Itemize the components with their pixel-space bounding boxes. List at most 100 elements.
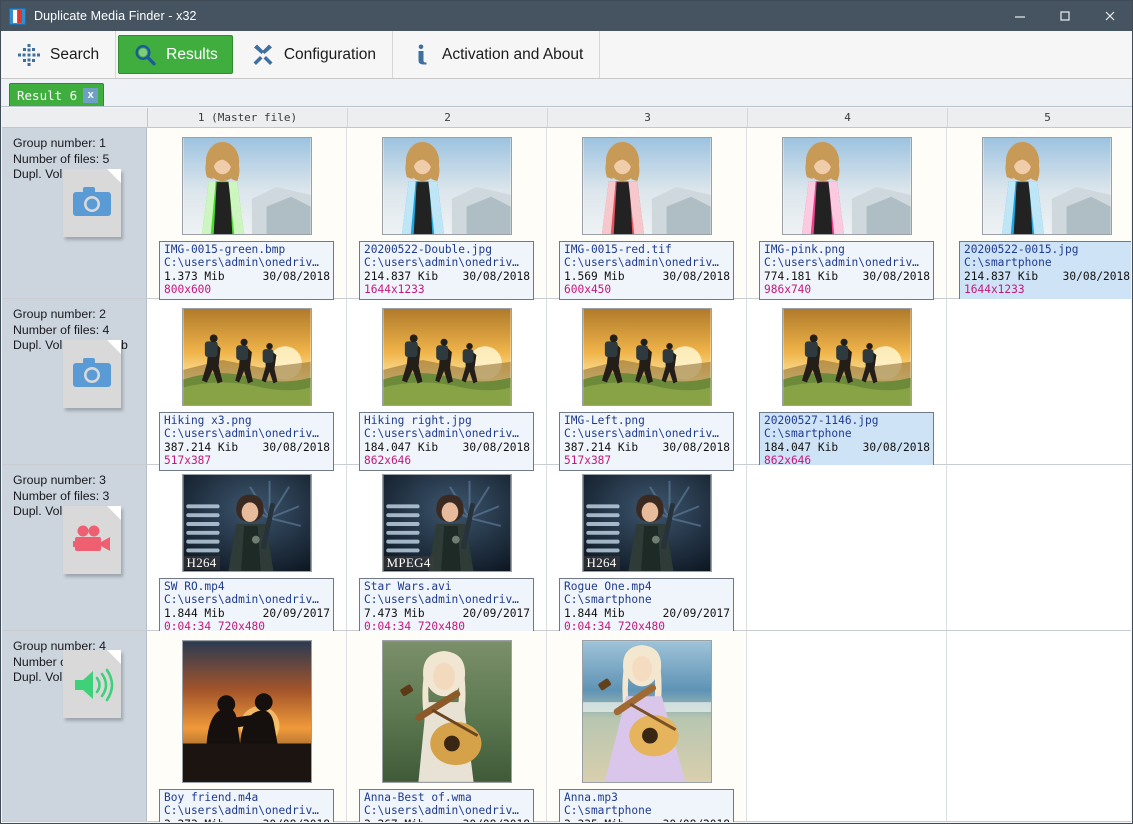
file-dimensions: 800x600 <box>164 283 212 297</box>
file-path: C:\users\admin\onedriv… <box>164 804 319 818</box>
file-date: 30/08/2018 <box>662 440 730 454</box>
file-cell[interactable]: H264 SW RO.mp4 C:\users\admin\onedriv… 1… <box>147 465 347 637</box>
file-cell[interactable]: Boy friend.m4a C:\users\admin\onedriv… 3… <box>147 631 347 822</box>
tab-configuration[interactable]: Configuration <box>235 31 394 78</box>
file-path: C:\users\admin\onedriv… <box>364 804 519 818</box>
group-header[interactable]: Group number: 1 Number of files: 5 Dupl.… <box>2 128 147 298</box>
file-path: C:\users\admin\onedriv… <box>564 427 719 441</box>
file-cell-empty <box>747 465 947 630</box>
thumbnail[interactable]: H264 <box>181 474 312 572</box>
thumbnail[interactable]: MPEG4 <box>381 474 512 572</box>
file-size: 387.214 Kib <box>564 440 639 454</box>
column-header-3[interactable]: 3 <box>548 108 748 127</box>
file-cell[interactable]: H264 Rogue One.mp4 C:\smartphone 1.844 M… <box>547 465 747 637</box>
thumbnail[interactable] <box>381 308 512 406</box>
file-info-card[interactable]: IMG-0015-green.bmp C:\users\admin\onedri… <box>159 241 334 300</box>
thumbnail[interactable] <box>181 308 312 406</box>
file-cell[interactable]: Anna-Best of.wma C:\users\admin\onedriv…… <box>347 631 547 822</box>
file-path: C:\users\admin\onedriv… <box>564 256 719 270</box>
codec-badge: H264 <box>583 556 620 570</box>
file-info-card[interactable]: 20200522-0015.jpg C:\smartphone 214.837 … <box>959 241 1131 300</box>
group-header[interactable]: Group number: 2 Number of files: 4 Dupl.… <box>2 299 147 464</box>
result-tab-result-6[interactable]: Result 6 x <box>9 83 105 106</box>
group-number: Group number: 1 <box>13 136 106 150</box>
file-info-card[interactable]: Rogue One.mp4 C:\smartphone 1.844 Mib 20/… <box>559 578 734 637</box>
tab-activation-and-about[interactable]: Activation and About <box>393 31 601 78</box>
maximize-icon[interactable] <box>1042 1 1087 31</box>
file-cell[interactable]: Hiking right.jpg C:\users\admin\onedriv…… <box>347 299 547 471</box>
file-name: IMG-0015-red.tif <box>564 243 672 256</box>
file-info-card[interactable]: Star Wars.avi C:\users\admin\onedriv… 7.… <box>359 578 534 637</box>
thumbnail[interactable] <box>181 640 312 783</box>
file-cell[interactable]: 20200527-1146.jpg C:\smartphone 184.047 … <box>747 299 947 471</box>
file-info-card[interactable]: Hiking x3.png C:\users\admin\onedriv… 38… <box>159 412 334 471</box>
column-header-4[interactable]: 4 <box>748 108 948 127</box>
thumbnail[interactable] <box>381 640 512 783</box>
codec-badge: H264 <box>183 556 220 570</box>
file-info-card[interactable]: IMG-Left.png C:\users\admin\onedriv… 387… <box>559 412 734 471</box>
group-header[interactable]: Group number: 3 Number of files: 3 Dupl.… <box>2 465 147 630</box>
thumbnail[interactable] <box>781 137 912 235</box>
thumbnail[interactable] <box>581 308 712 406</box>
minimize-icon[interactable] <box>997 1 1042 31</box>
file-info-card[interactable]: 20200527-1146.jpg C:\smartphone 184.047 … <box>759 412 934 471</box>
grid-dots-icon <box>17 43 41 67</box>
file-name: 20200522-0015.jpg <box>964 243 1079 256</box>
file-path: C:\users\admin\onedriv… <box>364 593 519 607</box>
file-name: Star Wars.avi <box>364 580 452 593</box>
group-file-count: Number of files: 4 <box>13 322 110 337</box>
file-name: Boy friend.m4a <box>164 791 259 804</box>
file-cell[interactable]: IMG-0015-red.tif C:\users\admin\onedriv…… <box>547 128 747 300</box>
group-number: Group number: 3 <box>13 473 106 487</box>
file-info-card[interactable]: IMG-pink.png C:\users\admin\onedriv… 774… <box>759 241 934 300</box>
file-cell[interactable]: IMG-pink.png C:\users\admin\onedriv… 774… <box>747 128 947 300</box>
column-header-1[interactable]: 1 (Master file) <box>148 108 348 127</box>
tab-search[interactable]: Search <box>1 31 117 78</box>
window-controls <box>997 1 1132 31</box>
file-size: 3.267 Mib <box>364 818 429 822</box>
group-file-count: Number of files: 5 <box>13 151 110 166</box>
file-info-card[interactable]: 20200522-Double.jpg C:\users\admin\onedr… <box>359 241 534 300</box>
thumbnail[interactable] <box>981 137 1112 235</box>
file-cell[interactable]: Anna.mp3 C:\smartphone 3.335 Mib 30/08/20… <box>547 631 747 822</box>
column-header-5[interactable]: 5 <box>948 108 1131 127</box>
file-info-card[interactable]: Anna-Best of.wma C:\users\admin\onedriv…… <box>359 789 534 822</box>
file-dimensions: 600x450 <box>564 283 612 297</box>
file-cell[interactable]: Hiking x3.png C:\users\admin\onedriv… 38… <box>147 299 347 471</box>
file-name: Hiking right.jpg <box>364 414 472 427</box>
file-info-card[interactable]: IMG-0015-red.tif C:\users\admin\onedriv…… <box>559 241 734 300</box>
file-path: C:\users\admin\onedriv… <box>164 427 319 441</box>
file-date: 20/09/2017 <box>662 606 730 620</box>
file-dimensions: 1644x1233 <box>364 283 425 297</box>
file-info-card[interactable]: Anna.mp3 C:\smartphone 3.335 Mib 30/08/20… <box>559 789 734 822</box>
thumbnail[interactable] <box>381 137 512 235</box>
group-header[interactable]: Group number: 4 Number of files: 3 Dupl.… <box>2 631 147 821</box>
file-cell[interactable]: 20200522-0015.jpg C:\smartphone 214.837 … <box>947 128 1131 300</box>
file-name: IMG-0015-green.bmp <box>164 243 286 256</box>
thumbnail[interactable] <box>581 137 712 235</box>
tab-results[interactable]: Results <box>118 35 233 74</box>
file-info-card[interactable]: Hiking right.jpg C:\users\admin\onedriv…… <box>359 412 534 471</box>
file-size: 184.047 Kib <box>364 440 439 454</box>
close-icon[interactable]: x <box>83 87 99 103</box>
file-info-card[interactable]: SW RO.mp4 C:\users\admin\onedriv… 1.844 … <box>159 578 334 637</box>
file-name: 20200527-1146.jpg <box>764 414 879 427</box>
file-info-card[interactable]: Boy friend.m4a C:\users\admin\onedriv… 3… <box>159 789 334 822</box>
file-cell[interactable]: MPEG4 Star Wars.avi C:\users\admin\onedr… <box>347 465 547 637</box>
file-path: C:\smartphone <box>564 593 652 607</box>
file-cell[interactable]: 20200522-Double.jpg C:\users\admin\onedr… <box>347 128 547 300</box>
thumbnail[interactable] <box>581 640 712 783</box>
video-camera-icon <box>63 505 127 578</box>
file-size: 3.273 Mib <box>164 818 229 822</box>
app-icon <box>9 7 26 25</box>
column-header-2[interactable]: 2 <box>348 108 548 127</box>
close-icon[interactable] <box>1087 1 1132 31</box>
tab-configuration-label: Configuration <box>283 45 377 63</box>
thumbnail[interactable]: H264 <box>581 474 712 572</box>
thumbnail[interactable] <box>781 308 912 406</box>
file-cell[interactable]: IMG-0015-green.bmp C:\users\admin\onedri… <box>147 128 347 300</box>
file-size: 1.373 Mib <box>164 269 225 283</box>
file-cell[interactable]: IMG-Left.png C:\users\admin\onedriv… 387… <box>547 299 747 471</box>
file-date: 30/08/2018 <box>662 269 730 283</box>
thumbnail[interactable] <box>181 137 312 235</box>
